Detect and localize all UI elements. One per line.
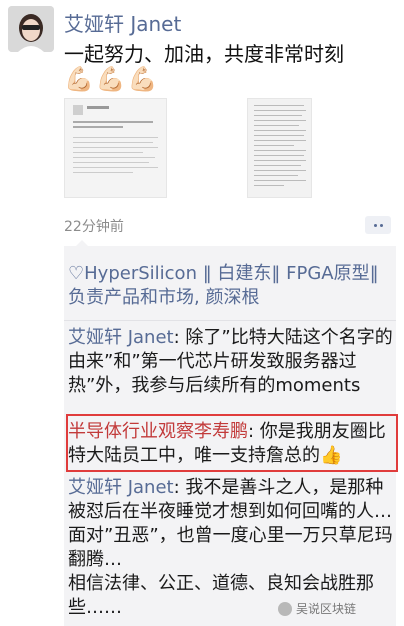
likes-names[interactable]: HyperSilicon ‖ 白建东‖ FPGA原型‖ 负责产品和市场, 颜深根 <box>68 263 379 308</box>
comment-author[interactable]: 艾娅轩 Janet <box>68 477 174 498</box>
post-image-2[interactable] <box>247 98 312 198</box>
dot-icon <box>379 223 383 227</box>
highlight-box <box>66 414 398 472</box>
avatar[interactable] <box>8 6 54 52</box>
comment-item[interactable]: 艾娅轩 Janet: 除了”比特大陆这个名字的由来”和”第一代芯片研发致服务器过… <box>68 326 394 398</box>
heart-icon: ♡ <box>68 263 85 284</box>
divider <box>64 320 396 321</box>
comment-item[interactable]: 艾娅轩 Janet: 我不是善斗之人，是那种被怼后在半夜睡觉才想到如何回嘴的人…… <box>68 476 394 572</box>
post-timestamp: 22分钟前 <box>64 219 124 235</box>
post-author[interactable]: 艾娅轩 Janet <box>64 8 181 37</box>
post-image-1[interactable] <box>64 98 167 198</box>
flexed-biceps-emoji: 💪🏻 <box>127 65 158 93</box>
flexed-biceps-emoji: 💪🏻 <box>64 65 94 93</box>
flexed-biceps-emoji: 💪🏻 <box>95 65 126 93</box>
more-options-button[interactable] <box>365 216 391 234</box>
watermark-text: 吴说区块链 <box>296 602 357 616</box>
post-text: 一起努力、加油，共度非常时刻 <box>64 42 344 66</box>
watermark: 吴说区块链 <box>278 600 356 617</box>
wechat-icon <box>278 601 292 616</box>
dot-icon <box>373 223 377 227</box>
likes-list: ♡HyperSilicon ‖ 白建东‖ FPGA原型‖ 负责产品和市场, 颜深… <box>68 262 390 310</box>
comment-author[interactable]: 艾娅轩 Janet <box>68 327 174 348</box>
emoji-row: 💪🏻 💪🏻 💪🏻 <box>64 66 158 92</box>
